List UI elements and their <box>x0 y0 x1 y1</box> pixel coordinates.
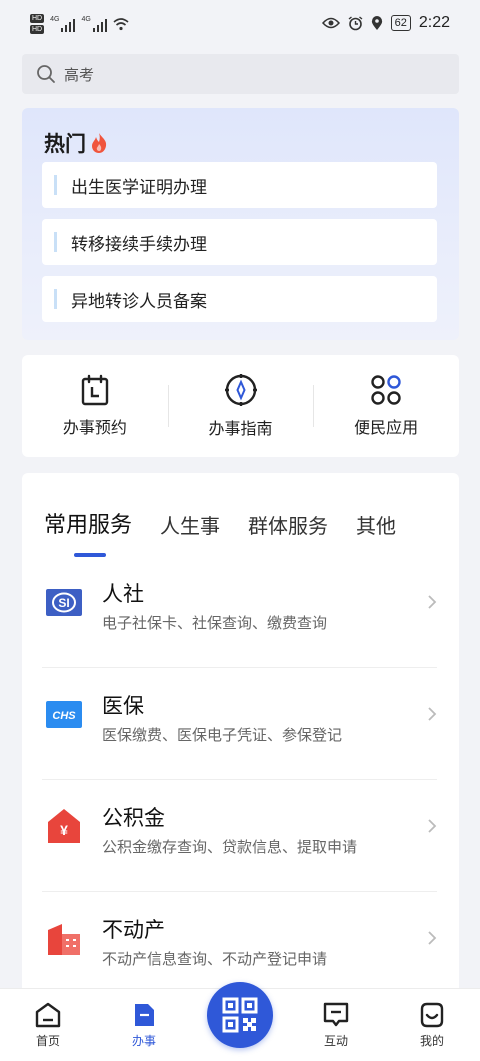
service-name: 人社 <box>102 582 144 606</box>
hot-item-marker <box>54 232 57 252</box>
medical-insurance-icon: CHS <box>46 701 82 728</box>
service-badge-text: CHS <box>52 710 76 722</box>
qr-scan-button[interactable] <box>207 982 273 1048</box>
nav-label: 首页 <box>35 1034 60 1048</box>
hd-badge-2: HD <box>30 25 45 34</box>
nav-profile[interactable]: 我的 <box>402 1001 462 1049</box>
chevron-right-icon <box>428 707 437 721</box>
service-desc: 不动产信息查询、不动产登记申请 <box>102 950 328 968</box>
service-desc: 医保缴费、医保电子凭证、参保登记 <box>102 726 343 744</box>
hot-section: 热门 出生医学证明办理 转移接续手续办理 异地转诊人员备案 <box>22 108 459 340</box>
tab-common-services[interactable]: 常用服务 <box>44 507 132 557</box>
nav-interaction[interactable]: 互动 <box>306 1001 366 1049</box>
hot-item[interactable]: 出生医学证明办理 <box>42 162 437 208</box>
nav-home[interactable]: 首页 <box>18 1001 78 1049</box>
signal-icon: 4G <box>50 16 76 32</box>
battery-indicator: 62 <box>390 15 411 31</box>
compass-icon <box>224 374 257 406</box>
search-bar[interactable]: 高考 <box>22 54 459 94</box>
qr-code-icon <box>222 997 258 1033</box>
quick-action-apps[interactable]: 便民应用 <box>313 355 459 457</box>
quick-actions: 办事预约 办事指南 便民应用 <box>22 355 459 457</box>
nav-label: 办事 <box>131 1034 156 1048</box>
calendar-icon <box>81 374 109 406</box>
service-badge-text: SI <box>58 596 69 610</box>
location-icon <box>371 15 382 30</box>
status-bar: HD HD 4G 4G 62 2:22 <box>0 0 480 52</box>
search-placeholder: 高考 <box>64 65 95 84</box>
clock: 2:22 <box>418 14 450 31</box>
hot-item-label: 转移接续手续办理 <box>71 234 207 255</box>
service-name: 医保 <box>102 694 144 718</box>
document-icon <box>135 1004 154 1026</box>
signal-icon-2: 4G <box>81 16 107 32</box>
home-icon <box>35 1002 61 1028</box>
quick-action-guide[interactable]: 办事指南 <box>167 355 314 457</box>
apps-icon <box>371 375 401 405</box>
flame-icon <box>92 133 107 153</box>
service-name: 公积金 <box>102 806 165 830</box>
hd-badge-1: HD <box>30 14 45 23</box>
service-desc: 公积金缴存查询、贷款信息、提取申请 <box>102 838 358 856</box>
chevron-right-icon <box>428 819 437 833</box>
services-panel: 常用服务 人生事 群体服务 其他 SI 人社 电子社保卡、社保查询、缴费查询 C… <box>22 473 459 1061</box>
nav-label: 我的 <box>419 1034 444 1048</box>
service-badge-text: ¥ <box>60 822 68 838</box>
service-desc: 电子社保卡、社保查询、缴费查询 <box>102 614 328 632</box>
nav-label: 互动 <box>323 1034 348 1048</box>
quick-action-label: 便民应用 <box>354 418 419 437</box>
housing-fund-icon: ¥ <box>48 809 80 843</box>
tab-other[interactable]: 其他 <box>356 510 396 539</box>
hot-item[interactable]: 异地转诊人员备案 <box>42 276 437 322</box>
tab-group-services[interactable]: 群体服务 <box>248 510 328 539</box>
nav-services[interactable]: 办事 <box>114 1001 174 1049</box>
tab-life-events[interactable]: 人生事 <box>160 510 220 539</box>
wifi-icon <box>113 18 129 31</box>
eye-icon <box>321 17 340 29</box>
search-icon <box>37 65 55 83</box>
hot-item[interactable]: 转移接续手续办理 <box>42 219 437 265</box>
hot-item-marker <box>54 289 57 309</box>
hot-title: 热门 <box>44 132 86 156</box>
service-tabs: 常用服务 人生事 群体服务 其他 <box>44 507 396 557</box>
quick-action-label: 办事预约 <box>62 418 127 437</box>
service-item-social-security[interactable]: SI 人社 电子社保卡、社保查询、缴费查询 <box>42 556 437 668</box>
hot-item-label: 出生医学证明办理 <box>71 177 207 198</box>
service-name: 不动产 <box>102 918 165 942</box>
chevron-right-icon <box>428 931 437 945</box>
hot-heading: 热门 <box>44 128 108 158</box>
service-item-housing-fund[interactable]: ¥ 公积金 公积金缴存查询、贷款信息、提取申请 <box>42 780 437 892</box>
chevron-right-icon <box>428 595 437 609</box>
chat-icon <box>323 1002 349 1027</box>
hot-item-label: 异地转诊人员备案 <box>71 291 207 312</box>
hot-item-marker <box>54 175 57 195</box>
profile-icon <box>420 1002 444 1028</box>
alarm-icon <box>348 15 363 30</box>
quick-action-label: 办事指南 <box>208 419 273 438</box>
quick-action-appointment[interactable]: 办事预约 <box>22 355 168 457</box>
service-item-medical-insurance[interactable]: CHS 医保 医保缴费、医保电子凭证、参保登记 <box>42 668 437 780</box>
real-estate-icon <box>48 924 80 955</box>
social-security-icon: SI <box>46 589 82 616</box>
